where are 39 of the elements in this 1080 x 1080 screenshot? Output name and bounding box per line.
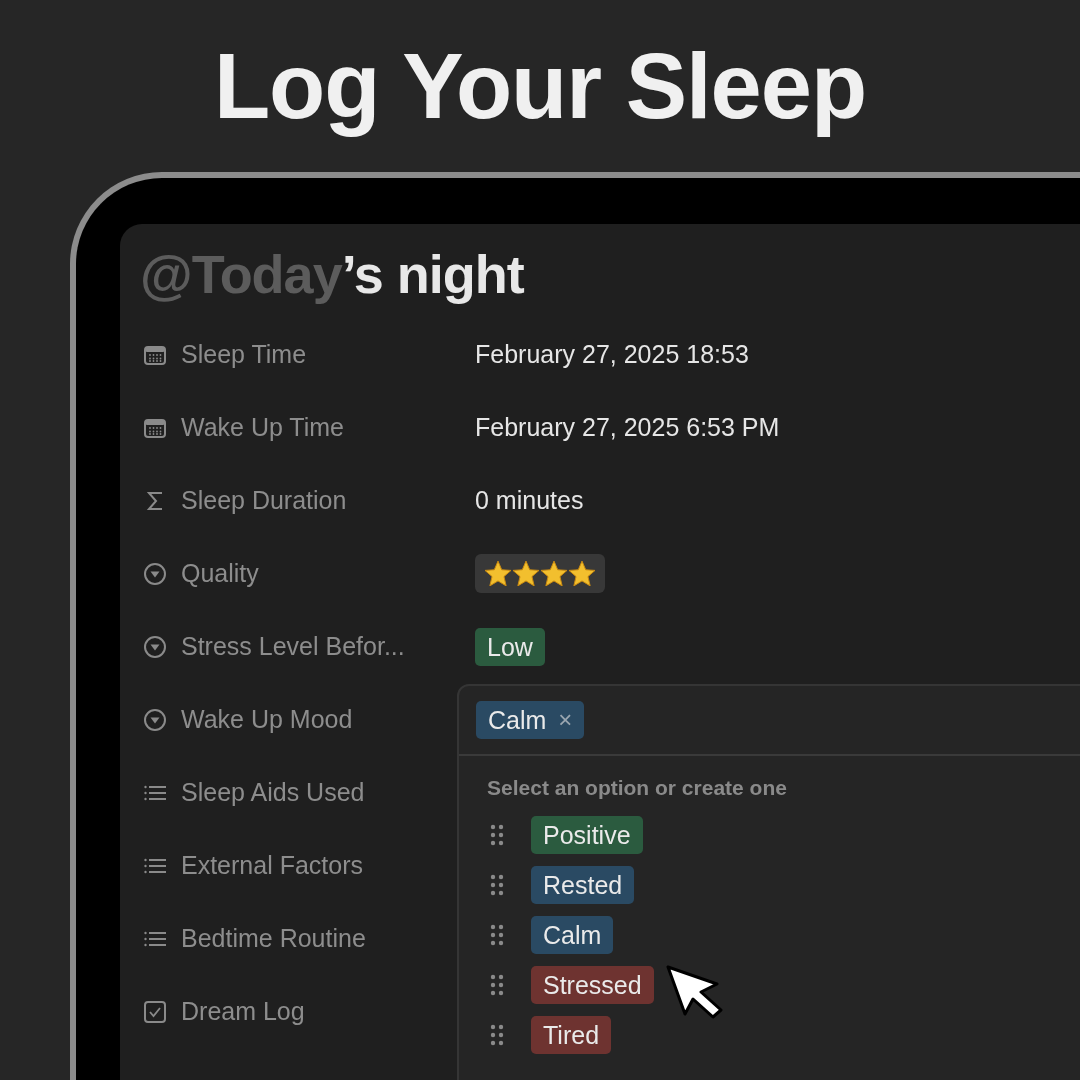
property-label[interactable]: Bedtime Routine [181, 924, 366, 953]
property-label[interactable]: Wake Up Mood [181, 705, 353, 734]
remove-button[interactable]: × [558, 704, 573, 736]
option-tag[interactable]: Positive [531, 816, 643, 854]
option-tag[interactable]: Calm [531, 916, 614, 954]
property-label[interactable]: Sleep Aids Used [181, 778, 365, 807]
drag-handle-icon[interactable] [489, 873, 505, 897]
property-label[interactable]: External Factors [181, 851, 363, 880]
drag-handle-icon[interactable] [489, 1023, 505, 1047]
drag-handle-icon[interactable] [489, 923, 505, 947]
dropdown-circle-icon [143, 634, 167, 659]
checkbox-icon [143, 999, 167, 1024]
option-tag[interactable]: Stressed [531, 966, 654, 1004]
property-label[interactable]: Dream Log [181, 997, 305, 1026]
star-icon [485, 561, 511, 586]
headline: Log Your Sleep [213, 34, 867, 139]
property-value: 0 minutes [475, 486, 584, 515]
property-value: February 27, 2025 6:53 PM [475, 413, 780, 442]
option-tag[interactable]: Rested [531, 866, 635, 904]
tag[interactable]: Low [475, 627, 545, 666]
drag-handle-icon[interactable] [489, 823, 505, 847]
dropdown-hint: Select an option or create one [487, 776, 788, 800]
page-title: @Today’s night [140, 244, 525, 304]
property-label[interactable]: Sleep Duration [181, 486, 347, 515]
property-label[interactable]: Sleep Time [181, 340, 307, 369]
star-icon [541, 561, 567, 586]
star-icon [513, 561, 539, 586]
property-label[interactable]: Quality [181, 559, 259, 588]
cursor-icon [665, 964, 725, 1020]
selected-tag[interactable]: Calm × [476, 701, 585, 739]
dropdown-circle-icon [143, 561, 167, 586]
star-icon [569, 561, 595, 586]
dropdown-circle-icon [143, 707, 167, 732]
option-tag[interactable]: Tired [531, 1016, 612, 1054]
property-value: February 27, 2025 18:53 [475, 340, 749, 369]
property-label[interactable]: Wake Up Time [181, 413, 344, 442]
drag-handle-icon[interactable] [489, 973, 505, 997]
property-label[interactable]: Stress Level Befor... [181, 632, 405, 661]
rating-chip[interactable] [475, 554, 605, 593]
